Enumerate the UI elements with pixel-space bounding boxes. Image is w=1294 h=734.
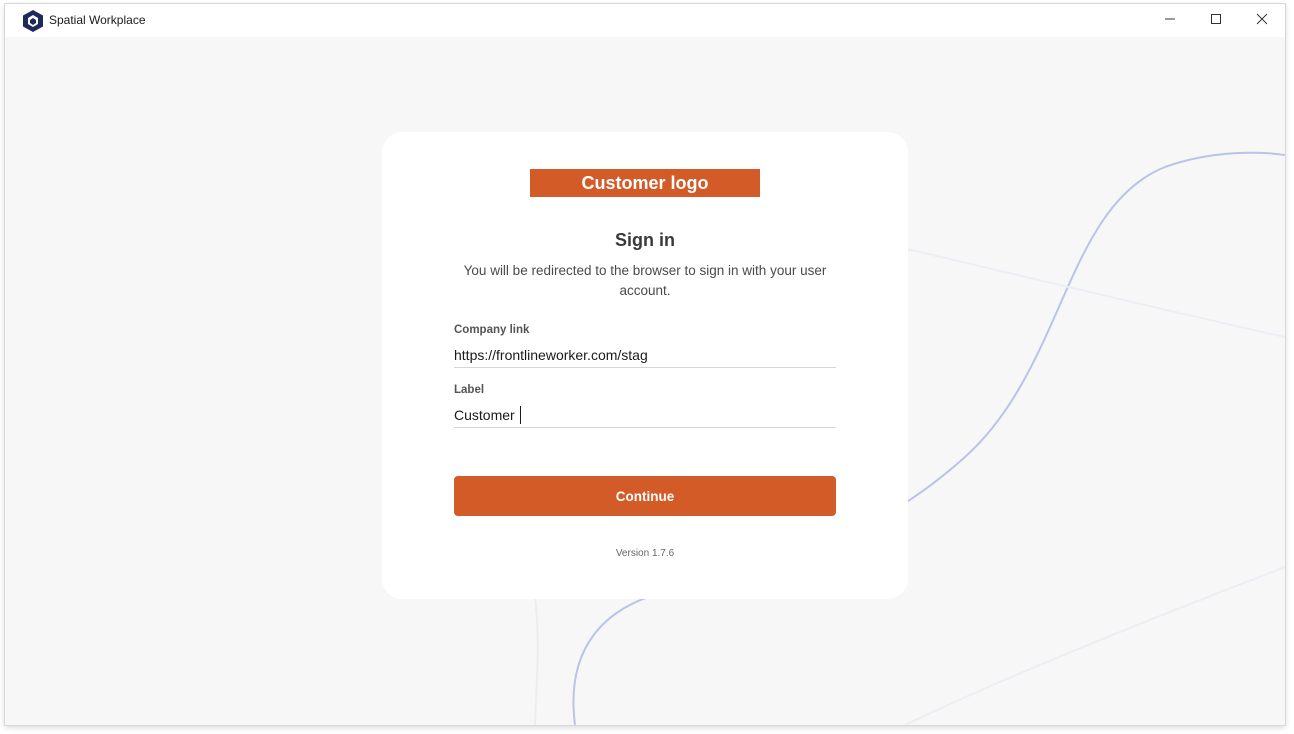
maximize-button[interactable] [1193,4,1239,37]
version-label: Version 1.7.6 [615,548,675,559]
title-bar[interactable]: Spatial Workplace [5,4,1285,37]
minimize-button[interactable] [1147,4,1193,37]
sign-in-description: You will be redirected to the browser to… [463,263,827,298]
page-title: Sign in [615,230,675,250]
text-caret [520,406,521,424]
minimize-icon [1164,12,1176,30]
customer-logo: Customer logo [530,169,760,197]
app-logo-icon [22,9,44,33]
company-link-label: Company link [454,324,530,336]
close-icon [1256,12,1268,30]
app-window: Spatial Workplace Customer logo Sign in … [5,4,1285,725]
maximize-icon [1210,12,1222,30]
window-title: Spatial Workplace [49,13,146,27]
continue-button[interactable]: Continue [454,476,836,516]
sign-in-card: Customer logo Sign in You will be redire… [382,132,908,599]
close-button[interactable] [1239,4,1285,37]
label-input[interactable] [454,403,836,428]
company-link-input[interactable] [454,343,836,368]
label-field-label: Label [454,384,485,396]
